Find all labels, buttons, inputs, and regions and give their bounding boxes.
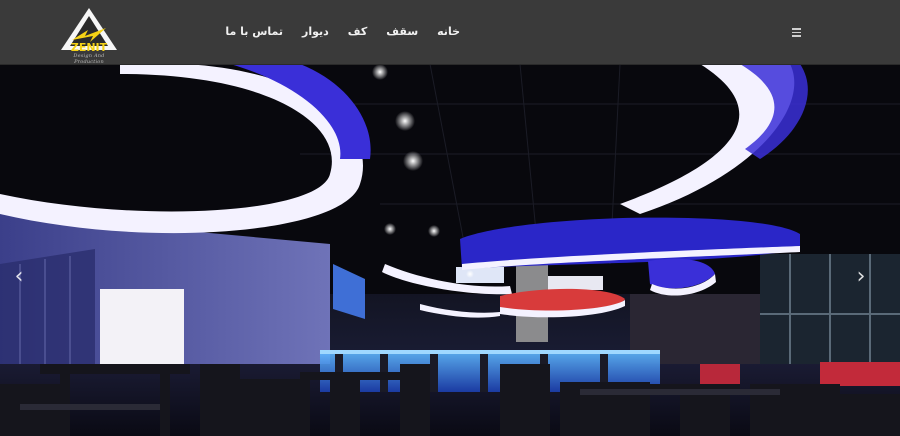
nav-item-ceiling[interactable]: سقف	[386, 23, 418, 41]
hamburger-menu-icon[interactable]	[791, 26, 803, 38]
logo-tagline: Design And Production	[73, 53, 105, 65]
nav-item-contact[interactable]: تماس با ما	[225, 23, 283, 41]
slider-next-button[interactable]: ›	[850, 264, 872, 290]
hero-slider: ‹ ›	[0, 64, 900, 436]
main-nav: خانه سقف کف دیوار تماس با ما	[225, 23, 460, 41]
restaurant-interior-image	[0, 64, 900, 436]
zenit-logo[interactable]: ZENIT Design And Production	[58, 6, 120, 65]
nav-item-home[interactable]: خانه	[437, 23, 460, 41]
nav-item-wall[interactable]: دیوار	[302, 23, 329, 41]
chevron-left-icon: ‹	[14, 264, 24, 289]
site-header: ZENIT Design And Production خانه سقف کف …	[0, 0, 900, 65]
slider-prev-button[interactable]: ‹	[8, 264, 30, 290]
chevron-right-icon: ›	[856, 264, 866, 289]
nav-item-floor[interactable]: کف	[348, 23, 368, 41]
